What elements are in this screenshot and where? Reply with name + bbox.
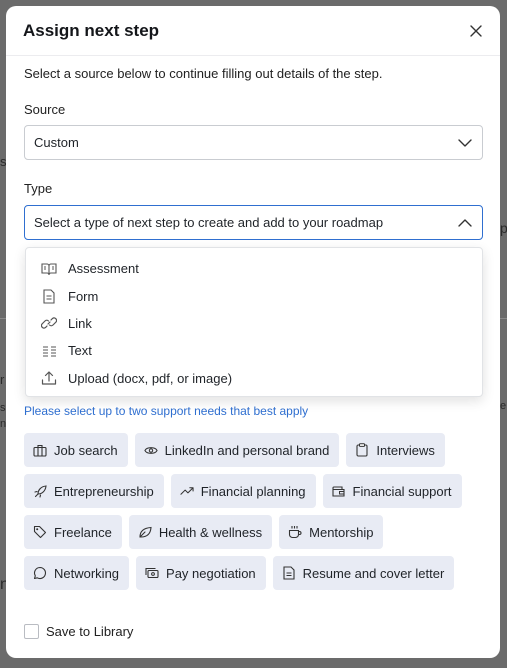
support-tags: Job search LinkedIn and personal brand I… [24,433,484,597]
close-icon [470,24,482,37]
support-tags-row: Freelance Health & wellness Mentorship [24,515,484,549]
briefcase-icon [33,443,47,457]
link-icon [40,314,58,332]
modal-intro-text: Select a source below to continue fillin… [24,66,383,81]
type-select[interactable]: Select a type of next step to create and… [24,205,483,240]
type-label: Type [24,181,53,196]
wallet-icon [332,484,346,498]
support-tag-entrepreneurship[interactable]: Entrepreneurship [24,474,164,508]
support-tag-resume-cover-letter[interactable]: Resume and cover letter [272,556,455,590]
type-dropdown-menu: Assessment Form Link Text Upload (docx, … [25,247,483,397]
support-tag-job-search[interactable]: Job search [24,433,128,467]
trend-up-icon [180,484,194,498]
type-option-label: Upload (docx, pdf, or image) [68,370,233,386]
support-tag-interviews[interactable]: Interviews [346,433,445,467]
support-helper-text: Please select up to two support needs th… [24,404,309,418]
type-option-label: Assessment [68,261,139,277]
background-fragment: e [500,400,507,412]
support-tag-label: Networking [54,565,120,581]
modal-title: Assign next step [23,20,160,40]
support-tag-label: LinkedIn and personal brand [164,442,330,458]
type-select-placeholder: Select a type of next step to create and… [34,215,384,230]
close-button[interactable] [466,21,486,41]
modal-header: Assign next step [6,6,500,56]
support-tag-label: Health & wellness [158,524,263,540]
support-tag-label: Freelance [54,524,112,540]
coffee-icon [288,525,302,539]
support-tags-row: Entrepreneurship Financial planning Fina… [24,474,484,508]
support-tags-row: Networking Pay negotiation Resume and co… [24,556,484,590]
type-option-label: Form [68,288,99,304]
support-tag-financial-support[interactable]: Financial support [322,474,462,508]
support-tag-label: Resume and cover letter [302,565,445,581]
support-tag-mentorship[interactable]: Mentorship [279,515,384,549]
save-to-library-label: Save to Library [46,624,134,639]
support-tag-linkedin[interactable]: LinkedIn and personal brand [134,433,340,467]
support-tag-financial-planning[interactable]: Financial planning [170,474,316,508]
support-tag-label: Interviews [376,442,435,458]
document-icon [282,566,296,580]
background-fragment: p [500,220,507,236]
source-label: Source [24,102,66,117]
source-select[interactable]: Custom [24,125,483,160]
support-tag-label: Financial support [352,483,452,499]
type-option-link[interactable]: Link [26,310,482,337]
type-option-text[interactable]: Text [26,337,482,364]
type-option-form[interactable]: Form [26,282,482,309]
leaf-icon [138,525,152,539]
book-open-icon [40,260,58,278]
clipboard-icon [355,443,369,457]
file-text-icon [40,287,58,305]
support-tag-label: Financial planning [200,483,306,499]
support-tag-health-wellness[interactable]: Health & wellness [128,515,273,549]
support-tag-label: Mentorship [309,524,374,540]
rocket-icon [33,484,47,498]
assign-next-step-modal: Assign next step Select a source below t… [6,6,500,658]
save-to-library-checkbox[interactable] [24,624,39,639]
support-tags-row: Job search LinkedIn and personal brand I… [24,433,484,467]
chat-icon [33,566,47,580]
type-option-label: Text [68,343,92,359]
type-option-upload[interactable]: Upload (docx, pdf, or image) [26,365,482,392]
source-select-value: Custom [34,135,79,150]
background-fragment: r [0,372,5,387]
background-divider [500,318,507,319]
save-to-library-row: Save to Library [24,624,133,639]
support-tag-label: Pay negotiation [166,565,256,581]
type-option-label: Link [68,315,92,331]
upload-icon [40,369,58,387]
type-option-assessment[interactable]: Assessment [26,255,482,282]
chevron-down-icon [458,138,472,147]
tag-icon [33,525,47,539]
text-columns-icon [40,342,58,360]
support-tag-freelance[interactable]: Freelance [24,515,122,549]
chevron-up-icon [458,218,472,227]
support-tag-pay-negotiation[interactable]: Pay negotiation [136,556,266,590]
support-tag-label: Job search [54,442,118,458]
eye-icon [143,443,158,457]
money-icon [145,566,159,580]
support-tag-networking[interactable]: Networking [24,556,130,590]
support-tag-label: Entrepreneurship [54,483,154,499]
